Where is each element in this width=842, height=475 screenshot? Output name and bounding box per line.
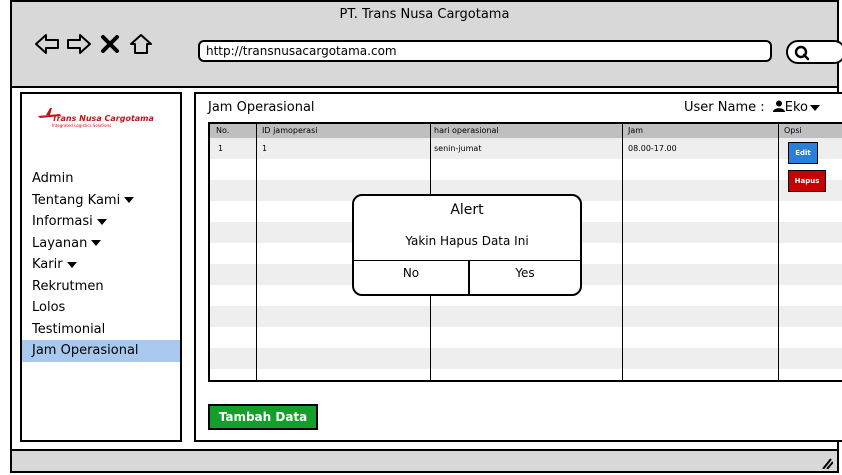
user-icon	[772, 100, 785, 112]
browser-window: PT. Trans Nusa Cargotama http://transnus…	[10, 0, 842, 473]
sidebar-item-karir[interactable]: Karir	[22, 254, 180, 276]
window-title: PT. Trans Nusa Cargotama	[339, 7, 510, 22]
sidebar-item-admin[interactable]: Admin	[22, 168, 180, 190]
sidebar-item-tentang-kami[interactable]: Tentang Kami	[22, 190, 180, 212]
header-no: No.	[216, 126, 230, 135]
divider	[354, 260, 580, 261]
add-data-button[interactable]: Tambah Data	[208, 404, 318, 430]
delete-button[interactable]: Hapus	[788, 170, 826, 192]
column-divider	[622, 124, 623, 380]
alert-message: Yakin Hapus Data Ini	[405, 234, 529, 248]
sidebar-item-layanan[interactable]: Layanan	[22, 233, 180, 255]
sidebar-item-label: Karir	[32, 257, 63, 272]
sidebar-item-jam-operasional[interactable]: Jam Operasional	[22, 340, 180, 362]
table-row: 1 1 senin-jumat 08.00-17.00	[210, 138, 842, 159]
sidebar-item-rekrutmen[interactable]: Rekrutmen	[22, 276, 180, 298]
sidebar-item-label: Layanan	[32, 235, 88, 251]
chevron-down-icon	[91, 240, 102, 246]
forward-arrow-icon[interactable]	[66, 32, 92, 56]
sidebar-menu: Admin Tentang Kami Informasi Layanan Karir Re…	[22, 168, 180, 362]
search-icon	[794, 45, 810, 61]
sidebar-item-label: Testimonial	[32, 321, 106, 337]
sidebar: Trans Nusa Cargotama Integrated Logistic…	[20, 92, 182, 442]
sidebar-item-informasi[interactable]: Informasi	[22, 211, 180, 233]
header-hari: hari operasional	[434, 126, 499, 135]
table-row-empty	[210, 306, 842, 327]
close-icon[interactable]	[98, 32, 124, 56]
no-button[interactable]: No	[354, 266, 468, 280]
header-opsi: Opsi	[784, 126, 802, 135]
sidebar-item-label: Rekrutmen	[32, 278, 104, 294]
header-jam: Jam	[628, 126, 644, 135]
column-divider	[778, 124, 779, 380]
sidebar-item-testimonial[interactable]: Testimonial	[22, 319, 180, 341]
company-logo: Trans Nusa Cargotama Integrated Logistic…	[32, 106, 172, 132]
logo-tagline: Integrated Logistics Solutions	[52, 123, 112, 128]
user-label: User Name :	[683, 100, 765, 115]
column-divider	[256, 124, 257, 380]
home-icon[interactable]	[128, 32, 154, 56]
alert-title: Alert	[450, 202, 484, 218]
sidebar-item-label: Lolos	[32, 300, 66, 315]
chevron-down-icon	[96, 218, 107, 225]
chevron-down-icon	[66, 261, 77, 268]
sidebar-item-label: Tentang Kami	[32, 192, 121, 208]
chevron-down-icon	[124, 197, 135, 203]
chevron-down-icon	[810, 104, 820, 111]
address-bar[interactable]: http://transnusacargotama.com	[198, 40, 772, 62]
alert-dialog: Alert Yakin Hapus Data Ini No Yes	[352, 194, 582, 296]
cell-jam: 08.00-17.00	[628, 144, 677, 153]
sidebar-item-label: Informasi	[32, 214, 93, 229]
cell-hari: senin-jumat	[434, 144, 482, 153]
table-header: No. ID jamoperasi hari operasional Jam O…	[210, 124, 842, 138]
resize-grip-icon[interactable]	[819, 455, 833, 469]
back-arrow-icon[interactable]	[34, 32, 60, 56]
sidebar-item-label: Jam Operasional	[32, 343, 139, 358]
browser-toolbar: PT. Trans Nusa Cargotama http://transnus…	[12, 2, 842, 88]
user-menu[interactable]: User Name : Eko	[684, 100, 820, 115]
cell-id: 1	[262, 144, 268, 153]
table-row-empty	[210, 327, 842, 348]
cell-no: 1	[218, 144, 224, 153]
user-name: Eko	[784, 100, 808, 115]
search-button[interactable]	[786, 40, 842, 64]
logo-text: Trans Nusa Cargotama	[52, 114, 154, 123]
header-id: ID jamoperasi	[262, 126, 318, 135]
yes-button[interactable]: Yes	[470, 266, 580, 280]
edit-button[interactable]: Edit	[788, 142, 818, 164]
page-title: Jam Operasional	[208, 100, 315, 115]
table-row-empty	[210, 348, 842, 369]
sidebar-item-lolos[interactable]: Lolos	[22, 297, 180, 319]
sidebar-item-label: Admin	[32, 171, 74, 186]
table-row-empty	[210, 159, 842, 180]
status-bar	[12, 449, 837, 471]
